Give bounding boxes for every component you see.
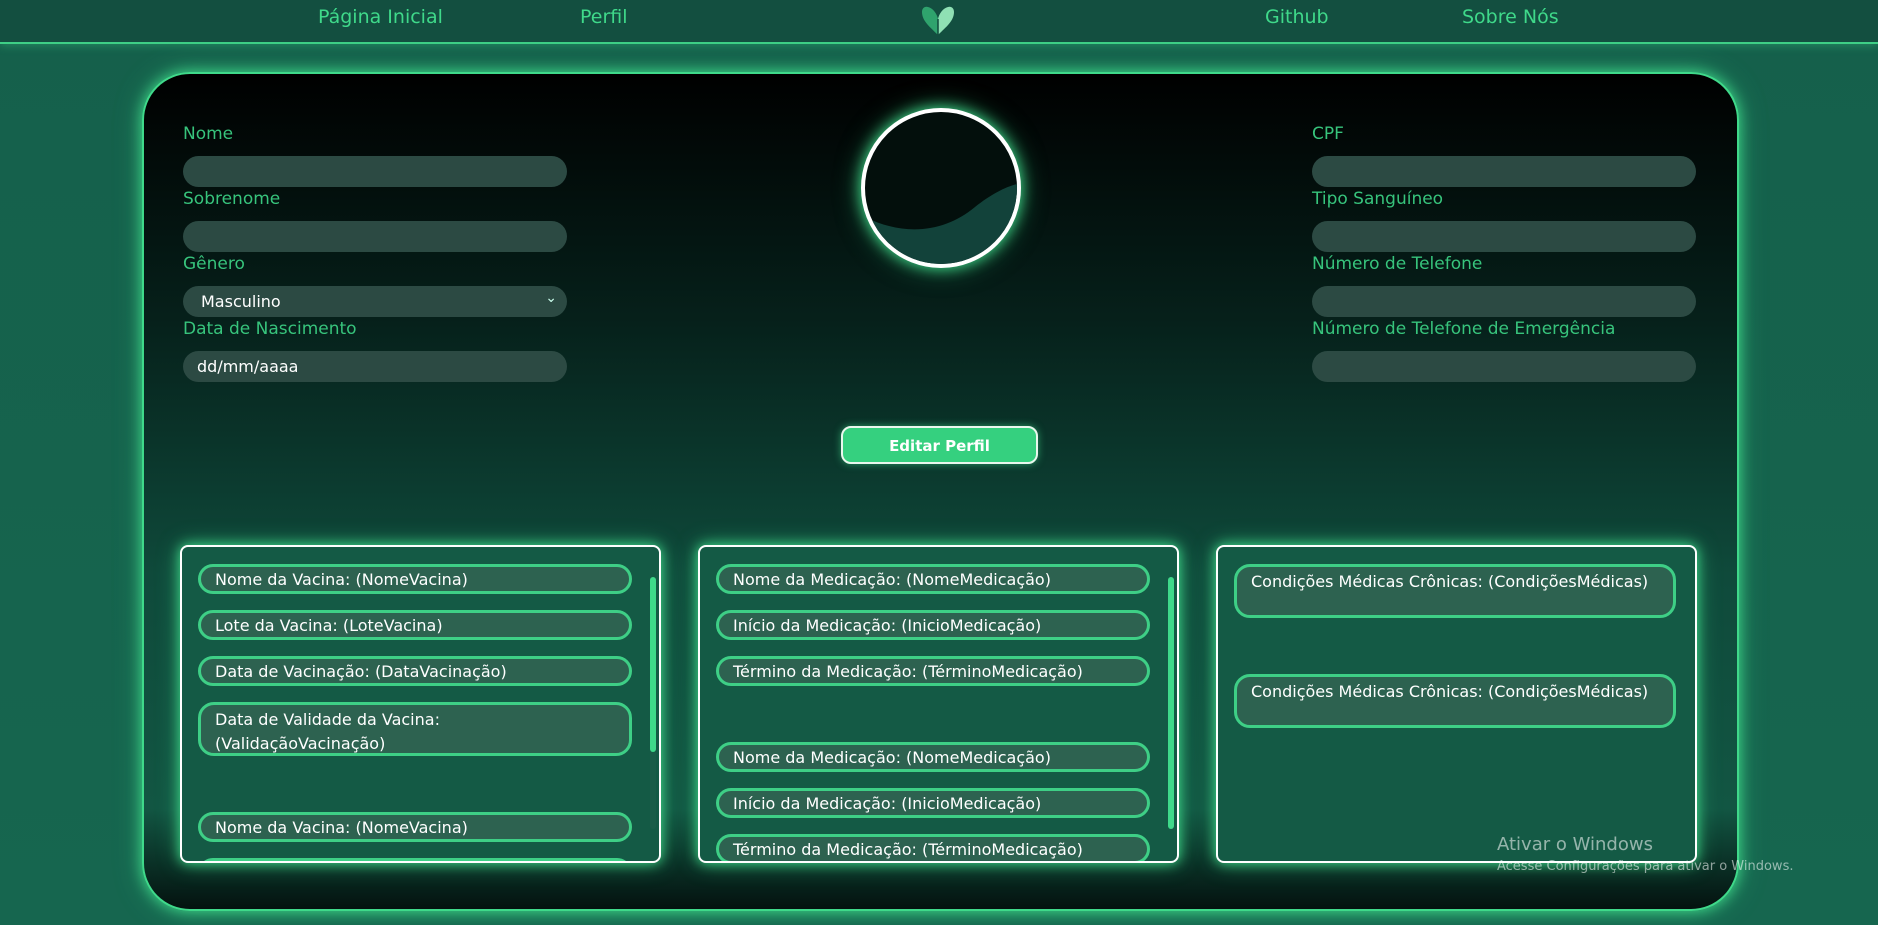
medication-item: Início da Medicação: (InicioMedicação) [716,610,1150,640]
nome-input[interactable] [183,156,567,187]
vaccine-item: Data de Validade da Vacina: (ValidaçãoVa… [198,702,632,756]
vaccines-panel[interactable]: Nome da Vacina: (NomeVacina) Lote da Vac… [180,545,661,863]
nav-profile-link[interactable]: Perfil [580,6,628,28]
genero-label: Gênero [183,254,245,274]
medication-item: Nome da Medicação: (NomeMedicação) [716,564,1150,594]
vaccine-item: Lote da Vacina: (LoteVacina) [198,610,632,640]
avatar[interactable] [861,108,1021,268]
conditions-panel[interactable]: Condições Médicas Crônicas: (CondiçõesMé… [1216,545,1697,863]
vaccine-item: Nome da Vacina: (NomeVacina) [198,812,632,842]
cpf-label: CPF [1312,124,1344,144]
watermark-title: Ativar o Windows [1497,834,1653,855]
cpf-input[interactable] [1312,156,1696,187]
edit-profile-button[interactable]: Editar Perfil [841,426,1038,464]
sobrenome-label: Sobrenome [183,189,281,209]
telefone-input[interactable] [1312,286,1696,317]
telefone-emergencia-label: Número de Telefone de Emergência [1312,319,1616,339]
chevron-down-icon: ⌄ [545,290,557,306]
vaccine-item: Nome da Vacina: (NomeVacina) [198,564,632,594]
medications-scrollbar-thumb[interactable] [1168,577,1174,829]
nascimento-placeholder: dd/mm/aaaa [197,357,299,376]
telefone-label: Número de Telefone [1312,254,1483,274]
medications-panel[interactable]: Nome da Medicação: (NomeMedicação) Iníci… [698,545,1179,863]
avatar-wave-graphic [865,184,1017,264]
genero-select[interactable]: Masculino ⌄ [183,286,567,317]
genero-select-value: Masculino [201,292,281,311]
condition-item: Condições Médicas Crônicas: (CondiçõesMé… [1234,564,1676,618]
vaccine-item-partial [198,858,632,861]
condition-item: Condições Médicas Crônicas: (CondiçõesMé… [1234,674,1676,728]
nascimento-label: Data de Nascimento [183,319,357,339]
medication-item: Término da Medicação: (TérminoMedicação) [716,834,1150,861]
vaccine-item: Data de Vacinação: (DataVacinação) [198,656,632,686]
windows-activation-watermark: Ativar o Windows Acesse Configurações pa… [1497,834,1793,874]
medication-item: Término da Medicação: (TérminoMedicação) [716,656,1150,686]
nome-label: Nome [183,124,234,144]
medication-item: Início da Medicação: (InicioMedicação) [716,788,1150,818]
tipo-sanguineo-label: Tipo Sanguíneo [1312,189,1444,209]
medication-item: Nome da Medicação: (NomeMedicação) [716,742,1150,772]
heart-leaf-logo-icon[interactable] [918,3,958,37]
telefone-emergencia-input[interactable] [1312,351,1696,382]
tipo-sanguineo-input[interactable] [1312,221,1696,252]
nascimento-date-input[interactable]: dd/mm/aaaa [183,351,567,382]
top-navbar: Página Inicial Perfil Github Sobre Nós [0,0,1878,44]
nav-github-link[interactable]: Github [1265,6,1329,28]
sobrenome-input[interactable] [183,221,567,252]
nav-home-link[interactable]: Página Inicial [318,6,443,28]
nav-about-link[interactable]: Sobre Nós [1462,6,1559,28]
watermark-subtitle: Acesse Configurações para ativar o Windo… [1497,859,1794,874]
vaccines-scrollbar-thumb[interactable] [650,577,656,752]
